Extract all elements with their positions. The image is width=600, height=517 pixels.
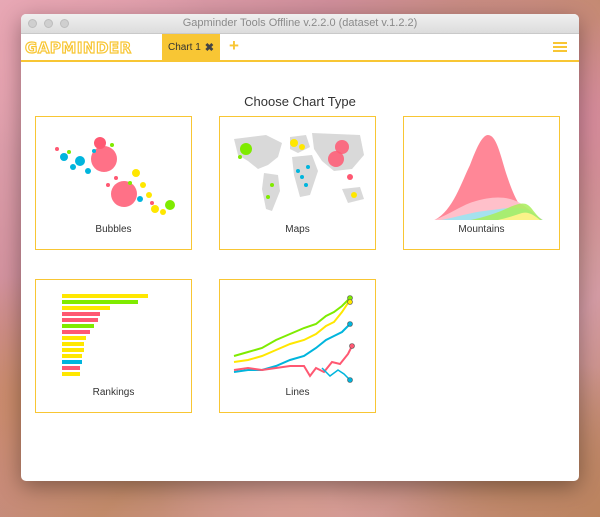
chart-card-maps[interactable]: Maps: [219, 116, 376, 250]
mountains-preview-icon: [434, 135, 543, 220]
chart-card-label: Bubbles: [95, 224, 132, 235]
tab-chart-1[interactable]: Chart 1 ✖: [162, 34, 220, 60]
gapminder-logo[interactable]: GAPMINDER: [24, 38, 131, 57]
chart-card-label: Mountains: [458, 224, 505, 235]
chart-card-label: Maps: [285, 224, 310, 235]
lines-preview-icon: [233, 295, 355, 383]
chart-card-lines[interactable]: Lines: [219, 279, 376, 413]
page-title: Choose Chart Type: [244, 94, 356, 109]
chart-card-bubbles[interactable]: Bubbles: [35, 116, 192, 250]
title-bar: Gapminder Tools Offline v.2.2.0 (dataset…: [21, 14, 579, 34]
rankings-preview-icon: [62, 294, 148, 376]
close-tab-icon[interactable]: ✖: [205, 41, 214, 54]
tab-label: Chart 1: [167, 41, 201, 53]
chart-card-label: Lines: [285, 387, 310, 398]
chart-card-mountains[interactable]: Mountains: [403, 116, 560, 250]
app-header: GAPMINDER Chart 1 ✖ +: [21, 34, 579, 62]
chart-card-label: Rankings: [92, 387, 135, 398]
hamburger-menu-icon[interactable]: [553, 42, 567, 54]
add-tab-button[interactable]: +: [229, 36, 239, 56]
maps-preview-icon: [234, 133, 364, 211]
app-window: Gapminder Tools Offline v.2.2.0 (dataset…: [21, 14, 579, 481]
chart-card-rankings[interactable]: Rankings: [35, 279, 192, 413]
window-title: Gapminder Tools Offline v.2.2.0 (dataset…: [182, 17, 418, 29]
bubbles-preview-icon: [55, 137, 175, 215]
